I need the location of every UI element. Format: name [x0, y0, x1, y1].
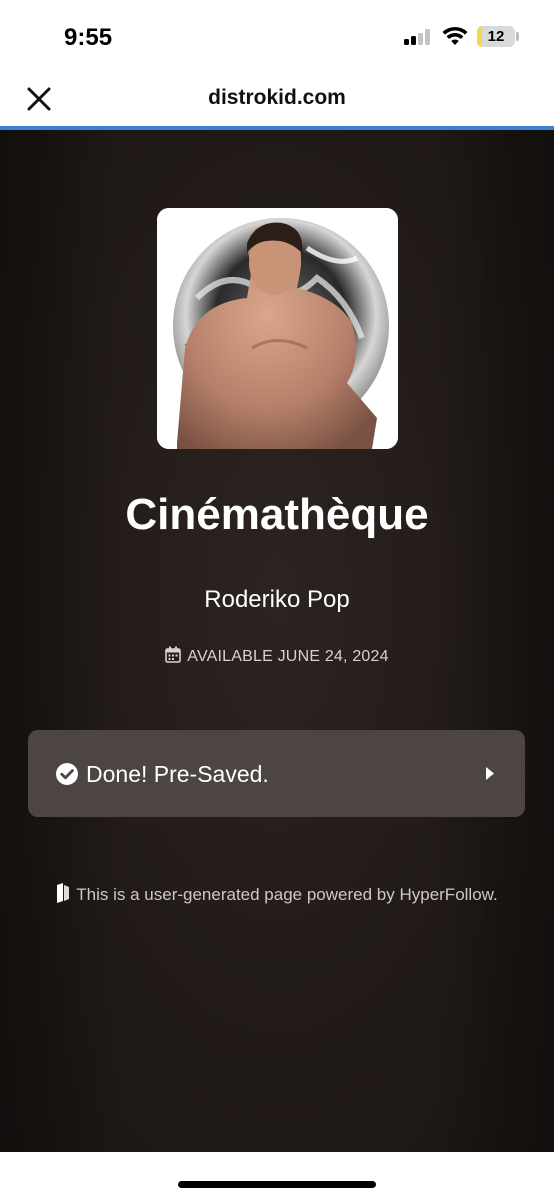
page-domain: distrokid.com — [208, 86, 346, 109]
hyperfollow-logo-icon — [57, 883, 70, 903]
cellular-signal-icon — [404, 29, 434, 45]
presave-button[interactable]: Done! Pre-Saved. — [28, 730, 525, 817]
status-time: 9:55 — [64, 24, 113, 51]
status-bar: 9:55 12 — [0, 0, 554, 72]
album-cover-image — [157, 208, 398, 449]
release-title: Cinémathèque — [125, 490, 429, 539]
calendar-icon — [165, 646, 182, 663]
browser-header: distrokid.com — [0, 72, 554, 126]
hyperfollow-page: Cinémathèque Roderiko Pop AVAILABLE JUNE… — [0, 130, 554, 1152]
battery-cap — [516, 32, 519, 41]
wifi-icon — [442, 26, 468, 45]
play-arrow-icon — [486, 767, 494, 780]
presave-label: Done! Pre-Saved. — [86, 761, 269, 787]
availability-text: AVAILABLE JUNE 24, 2024 — [187, 648, 389, 665]
availability-line: AVAILABLE JUNE 24, 2024 — [0, 646, 554, 666]
battery-level: 12 — [487, 28, 505, 45]
home-indicator[interactable] — [178, 1181, 376, 1188]
bottom-bar — [0, 1152, 554, 1200]
battery-icon: 12 — [477, 26, 515, 47]
artist-name[interactable]: Roderiko Pop — [0, 586, 554, 614]
footer-text: This is a user-generated page powered by… — [76, 885, 498, 904]
check-circle-icon — [56, 763, 78, 785]
hyperfollow-footer: This is a user-generated page powered by… — [0, 883, 554, 905]
